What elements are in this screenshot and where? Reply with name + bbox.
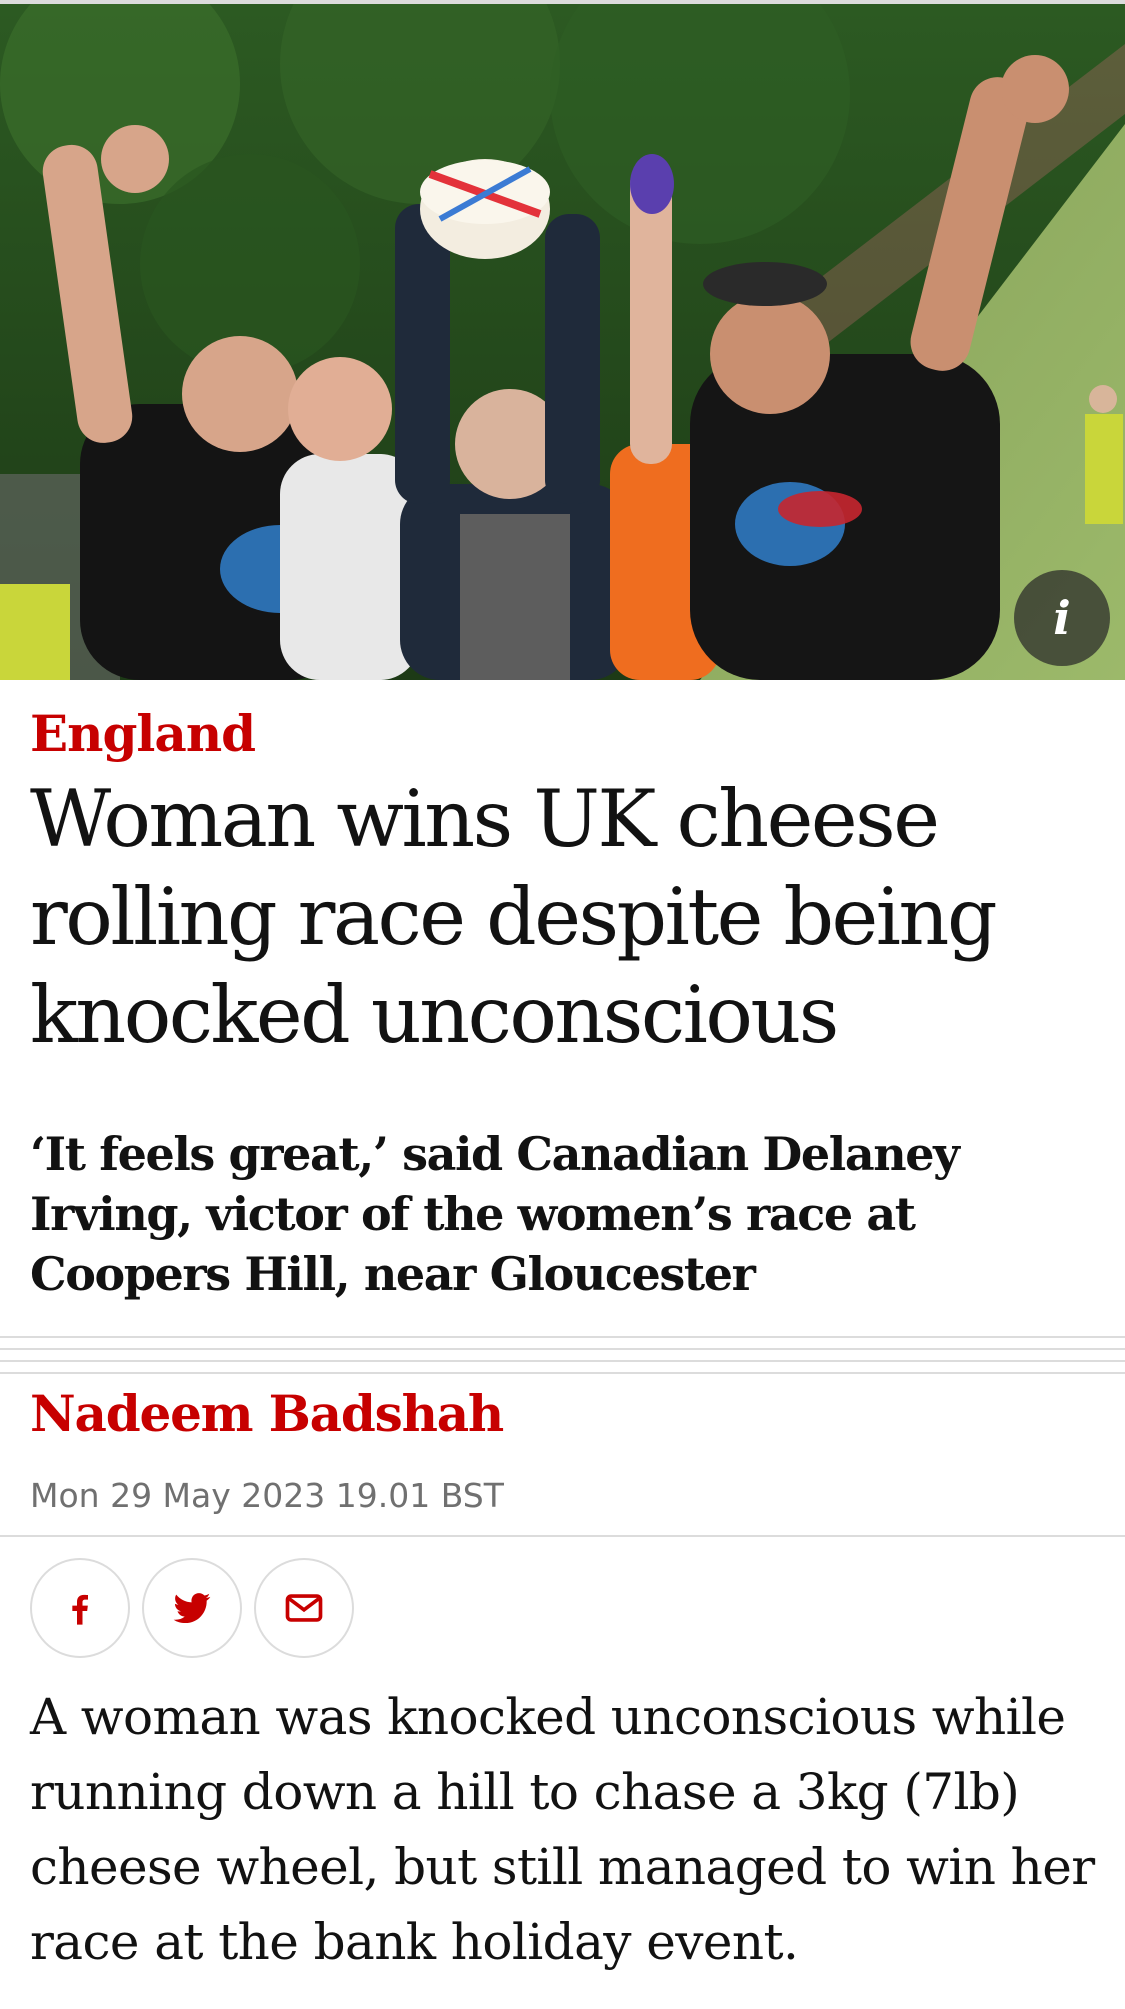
publish-date: Mon 29 May 2023 19.01 BST (30, 1476, 504, 1515)
section-label[interactable]: England (30, 704, 256, 763)
share-buttons (30, 1558, 354, 1658)
divider (0, 1535, 1125, 1537)
divider-rules (0, 1336, 1125, 1376)
hero-image: i (0, 0, 1125, 680)
article-page: i England Woman wins UK cheese rolling r… (0, 0, 1125, 2009)
facebook-icon (72, 1594, 88, 1625)
author-byline[interactable]: Nadeem Badshah (30, 1384, 504, 1443)
image-info-button[interactable]: i (1014, 570, 1110, 666)
share-twitter-button[interactable] (142, 1558, 242, 1658)
hero-photo-illustration (0, 4, 1125, 680)
article-standfirst: ‘It feels great,’ said Canadian Delaney … (30, 1127, 960, 1301)
share-email-button[interactable] (254, 1558, 354, 1658)
info-icon: i (1053, 591, 1071, 645)
article-body-paragraph: A woman was knocked unconscious while ru… (30, 1688, 1095, 1971)
email-icon (285, 1594, 323, 1622)
share-facebook-button[interactable] (30, 1558, 130, 1658)
twitter-icon (173, 1593, 211, 1624)
article-headline: Woman wins UK cheese rolling race despit… (30, 773, 998, 1061)
